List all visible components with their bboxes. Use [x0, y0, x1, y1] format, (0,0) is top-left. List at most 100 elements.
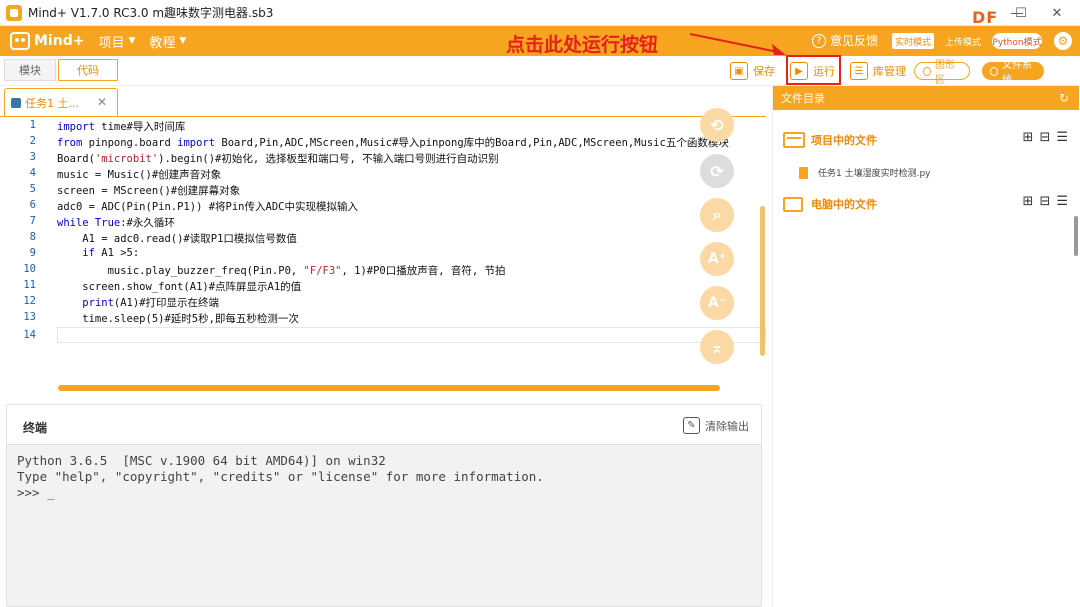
scroll-top-icon[interactable]: ⌅ — [700, 330, 734, 364]
code-text: import time#导入时间库 — [57, 119, 185, 135]
line-number: 1 — [29, 119, 36, 131]
vertical-scrollbar[interactable] — [760, 206, 765, 356]
terminal-header: 终端 ✎ 清除输出 — [7, 405, 761, 445]
close-window-button[interactable]: ✕ — [1034, 0, 1080, 26]
code-fragment: :#永久循环 — [120, 217, 175, 229]
keyword: print — [82, 297, 114, 309]
app-icon — [6, 4, 22, 21]
code-text: screen.show_font(A1)#点阵屏显示A1的值 — [57, 281, 302, 293]
code-line: 4 music = Music()#创建声音对象 — [0, 167, 766, 183]
refresh-icon[interactable]: ↻ — [1059, 91, 1069, 105]
code-line: 13 time.sleep(5)#延时5秒,即每五秒检测一次 — [0, 311, 766, 327]
computer-files-label: 电脑中的文件 — [811, 198, 877, 211]
code-fragment — [57, 247, 82, 259]
code-text: A1 = adc0.read()#读取P1口模拟信号数值 — [57, 233, 297, 245]
save-button[interactable]: ▣ 保存 — [730, 60, 775, 82]
line-number: 10 — [23, 263, 36, 275]
project-file-name: 任务1 土壤湿度实时检测.py — [818, 169, 931, 179]
font-decrease-icon[interactable]: A⁻ — [700, 286, 734, 320]
robot-logo-icon — [10, 32, 30, 50]
code-area[interactable]: 1 import time#导入时间库 2 from pinpong.board… — [0, 116, 766, 348]
undo-icon[interactable]: ⟲ — [700, 108, 734, 142]
menu-tutorial[interactable]: 教程 ▼ — [149, 32, 186, 51]
file-system-button[interactable]: 文件系统 — [982, 60, 1044, 86]
check-icon — [990, 66, 998, 76]
python-file-icon — [11, 97, 21, 108]
line-number: 11 — [23, 279, 36, 291]
code-line: 2 from pinpong.board import Board,Pin,AD… — [0, 135, 766, 151]
search-icon[interactable]: ⌕ — [700, 198, 734, 232]
file-tab[interactable]: 任务1 土... ✕ — [4, 88, 118, 116]
line-number: 9 — [29, 247, 36, 259]
string-literal: "F/F3" — [303, 265, 342, 277]
feedback-button[interactable]: ? 意见反馈 — [812, 32, 878, 49]
code-fragment: pinpong.board — [82, 137, 178, 149]
code-text: from pinpong.board import Board,Pin,ADC,… — [57, 135, 729, 151]
computer-files-actions: ⊞ ⊟ ☰ — [1017, 194, 1068, 209]
code-text: adc0 = ADC(Pin(Pin.P1)) #将Pin传入ADC中实现模拟输… — [57, 201, 358, 213]
menu-project-label: 项目 — [98, 35, 125, 51]
mindplus-logo: Mind+ — [10, 32, 84, 50]
menu-icon[interactable]: ☰ — [1056, 130, 1068, 145]
graph-toggle-icon — [923, 66, 932, 76]
title-bar: Mind+ V1.7.0 RC3.0 m趣味数字测电器.sb3 DF — ☐ ✕ — [0, 0, 1080, 27]
mode-upload-button[interactable]: 上传模式 — [940, 33, 986, 49]
code-line: 12 print(A1)#打印显示在终端 — [0, 295, 766, 311]
code-text: print(A1)#打印显示在终端 — [57, 295, 219, 311]
keyword: import — [177, 137, 216, 149]
menu-icon[interactable]: ☰ — [1056, 194, 1068, 209]
mode-realtime-button[interactable]: 实时模式 — [892, 33, 934, 49]
font-increase-icon[interactable]: A⁺ — [700, 242, 734, 276]
computer-files-section[interactable]: 电脑中的文件 — [783, 192, 877, 216]
new-folder-icon[interactable]: ⊟ — [1039, 130, 1050, 145]
string-literal: 'microbit' — [94, 153, 159, 165]
clear-output-button[interactable]: ✎ 清除输出 — [683, 417, 749, 434]
code-fragment: music.play_buzzer_freq(Pin.P0, — [57, 265, 304, 277]
code-fragment: ).begin()#初始化, 选择板型和端口号, 不输入端口号则进行自动识别 — [158, 153, 499, 165]
new-file-icon[interactable]: ⊞ — [1023, 194, 1034, 209]
file-directory-title: 文件目录 — [781, 92, 825, 105]
chevron-down-icon: ▼ — [179, 36, 187, 46]
graph-area-button[interactable]: 图形区 — [914, 60, 970, 86]
close-tab-icon[interactable]: ✕ — [97, 95, 107, 109]
project-files-section[interactable]: 项目中的文件 — [783, 128, 877, 152]
annotation-arrow-icon — [690, 33, 786, 55]
file-system-label: 文件系统 — [1001, 60, 1032, 86]
terminal-output[interactable]: Python 3.6.5 [MSC v.1900 64 bit AMD64)] … — [17, 453, 544, 501]
gear-icon[interactable]: ⚙ — [1054, 32, 1072, 50]
horizontal-scrollbar[interactable] — [58, 385, 720, 391]
library-manager-button[interactable]: ☰ 库管理 — [850, 60, 906, 82]
code-text: music.play_buzzer_freq(Pin.P0, "F/F3", 1… — [57, 263, 506, 279]
code-text: music = Music()#创建声音对象 — [57, 169, 222, 181]
file-tab-label: 任务1 土... — [25, 96, 79, 110]
annotation-text: 点击此处运行按钮 — [506, 34, 659, 56]
save-icon: ▣ — [730, 62, 748, 80]
terminal-title: 终端 — [23, 421, 48, 435]
code-line: 7 while True:#永久循环 — [0, 215, 766, 231]
new-folder-icon[interactable]: ⊟ — [1039, 194, 1050, 209]
code-line: 5 screen = MScreen()#创建屏幕对象 — [0, 183, 766, 199]
redo-icon[interactable]: ⟳ — [700, 154, 734, 188]
menu-project[interactable]: 项目 ▼ — [98, 32, 135, 51]
keyword: if — [82, 247, 95, 259]
code-fragment: time#导入时间库 — [94, 121, 186, 133]
tab-code[interactable]: 代码 — [58, 59, 118, 81]
project-file-item[interactable]: 任务1 土壤湿度实时检测.py — [799, 166, 931, 179]
library-label: 库管理 — [873, 65, 906, 78]
code-line: 9 if A1 >5: — [0, 247, 766, 263]
save-label: 保存 — [753, 65, 775, 78]
line-number: 4 — [29, 167, 36, 179]
panel-scrollbar[interactable] — [1074, 216, 1078, 256]
feedback-label: 意见反馈 — [830, 34, 879, 48]
line-number: 5 — [29, 183, 36, 195]
file-icon — [799, 166, 808, 179]
folder-icon — [783, 132, 805, 148]
line-number: 12 — [23, 295, 36, 307]
new-file-icon[interactable]: ⊞ — [1023, 130, 1034, 145]
chevron-down-icon: ▼ — [128, 36, 136, 46]
tab-blocks[interactable]: 模块 — [4, 59, 56, 81]
code-fragment: (A1)#打印显示在终端 — [113, 297, 220, 309]
code-fragment: Board,Pin,ADC,MScreen,Music#导入pinpong库中的… — [215, 137, 729, 149]
code-line: 14 — [0, 329, 766, 345]
mode-python-button[interactable]: Python模式 — [992, 33, 1042, 49]
